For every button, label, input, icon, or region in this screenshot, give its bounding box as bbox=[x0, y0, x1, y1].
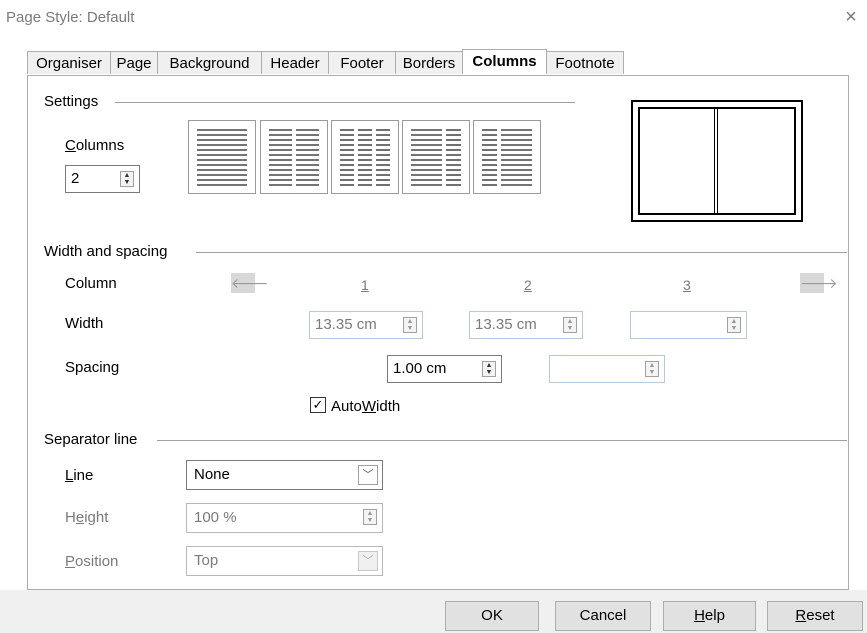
columns-label: Columns bbox=[65, 137, 125, 154]
right-arrow-icon[interactable]: 🡒 bbox=[800, 273, 838, 293]
width-1-value: 13.35 cm bbox=[315, 316, 377, 333]
tab-page[interactable]: Page bbox=[110, 51, 158, 74]
spacing-label: Spacing bbox=[65, 359, 120, 376]
position-select[interactable]: Top ﹀ bbox=[186, 546, 383, 576]
spin-buttons[interactable]: ▲ ▼ bbox=[120, 171, 134, 187]
width-spinbox-1[interactable]: 13.35 cm ▲ ▼ bbox=[309, 311, 423, 339]
tab-columns[interactable]: Columns bbox=[462, 49, 547, 74]
two-columns-layout-button[interactable] bbox=[260, 120, 328, 194]
chevron-down-icon[interactable]: ﹀ bbox=[358, 551, 378, 571]
left-wide-icon bbox=[411, 129, 461, 186]
tab-borders[interactable]: Borders bbox=[395, 51, 463, 74]
column-number-3: 3 bbox=[683, 277, 691, 293]
column-number-1: 1 bbox=[361, 277, 369, 293]
spin-buttons[interactable]: ▲ ▼ bbox=[727, 317, 741, 333]
help-button[interactable]: Help bbox=[663, 601, 756, 631]
left-arrow-icon[interactable]: 🡐 bbox=[231, 273, 269, 293]
right-wide-icon bbox=[482, 129, 532, 186]
height-spinbox[interactable]: 100 % ▲ ▼ bbox=[186, 503, 383, 533]
close-icon[interactable]: × bbox=[841, 7, 861, 27]
dialog-title: Page Style: Default bbox=[6, 9, 135, 26]
spin-buttons[interactable]: ▲ ▼ bbox=[645, 361, 659, 377]
width-spacing-divider bbox=[196, 252, 847, 253]
spacing-spinbox-2[interactable]: ▲ ▼ bbox=[549, 355, 665, 383]
line-label: Line bbox=[65, 467, 94, 484]
two-columns-icon bbox=[269, 129, 319, 186]
line-style-select[interactable]: None ﹀ bbox=[186, 460, 383, 490]
width-spinbox-3[interactable]: ▲ ▼ bbox=[630, 311, 747, 339]
left-wide-layout-button[interactable] bbox=[402, 120, 470, 194]
tab-organiser[interactable]: Organiser bbox=[27, 51, 111, 74]
preview-page-area bbox=[638, 107, 796, 215]
three-columns-layout-button[interactable] bbox=[331, 120, 399, 194]
position-value: Top bbox=[194, 552, 219, 569]
width-spinbox-2[interactable]: 13.35 cm ▲ ▼ bbox=[469, 311, 583, 339]
separator-section-title: Separator line bbox=[44, 431, 138, 448]
columns-spinbox[interactable]: 2 ▲ ▼ bbox=[65, 165, 140, 193]
page-preview bbox=[631, 100, 803, 222]
preview-column-gap bbox=[714, 107, 718, 215]
tab-background[interactable]: Background bbox=[157, 51, 262, 74]
right-wide-layout-button[interactable] bbox=[473, 120, 541, 194]
spacing-spinbox-1[interactable]: 1.00 cm ▲ ▼ bbox=[387, 355, 502, 383]
three-columns-icon bbox=[340, 129, 390, 186]
column-label: Column bbox=[65, 275, 117, 292]
tab-footer[interactable]: Footer bbox=[328, 51, 396, 74]
position-label: Position bbox=[65, 553, 119, 570]
height-value: 100 % bbox=[194, 509, 237, 526]
tab-footnote[interactable]: Footnote bbox=[546, 51, 624, 74]
height-label: Height bbox=[65, 509, 109, 526]
tab-header[interactable]: Header bbox=[261, 51, 329, 74]
one-column-icon bbox=[197, 129, 247, 186]
separator-divider bbox=[157, 440, 847, 441]
spin-buttons[interactable]: ▲ ▼ bbox=[482, 361, 496, 377]
one-column-layout-button[interactable] bbox=[188, 120, 256, 194]
chevron-down-icon[interactable]: ﹀ bbox=[358, 465, 378, 485]
ok-button[interactable]: OK bbox=[445, 601, 539, 631]
cancel-button[interactable]: Cancel bbox=[555, 601, 651, 631]
width-2-value: 13.35 cm bbox=[475, 316, 537, 333]
reset-button[interactable]: Reset bbox=[767, 601, 863, 631]
settings-section-title: Settings bbox=[44, 93, 99, 110]
settings-divider bbox=[115, 102, 575, 103]
columns-value: 2 bbox=[71, 170, 80, 187]
autowidth-checkbox[interactable]: ✓ bbox=[310, 397, 326, 413]
autowidth-label[interactable]: AutoWidth bbox=[331, 398, 400, 415]
spin-buttons[interactable]: ▲ ▼ bbox=[363, 509, 377, 525]
line-style-value: None bbox=[194, 466, 230, 483]
spin-buttons[interactable]: ▲ ▼ bbox=[403, 317, 417, 333]
width-spacing-section-title: Width and spacing bbox=[44, 243, 168, 260]
width-label: Width bbox=[65, 315, 104, 332]
spacing-1-value: 1.00 cm bbox=[393, 360, 447, 377]
spin-buttons[interactable]: ▲ ▼ bbox=[563, 317, 577, 333]
column-number-2: 2 bbox=[524, 277, 532, 293]
